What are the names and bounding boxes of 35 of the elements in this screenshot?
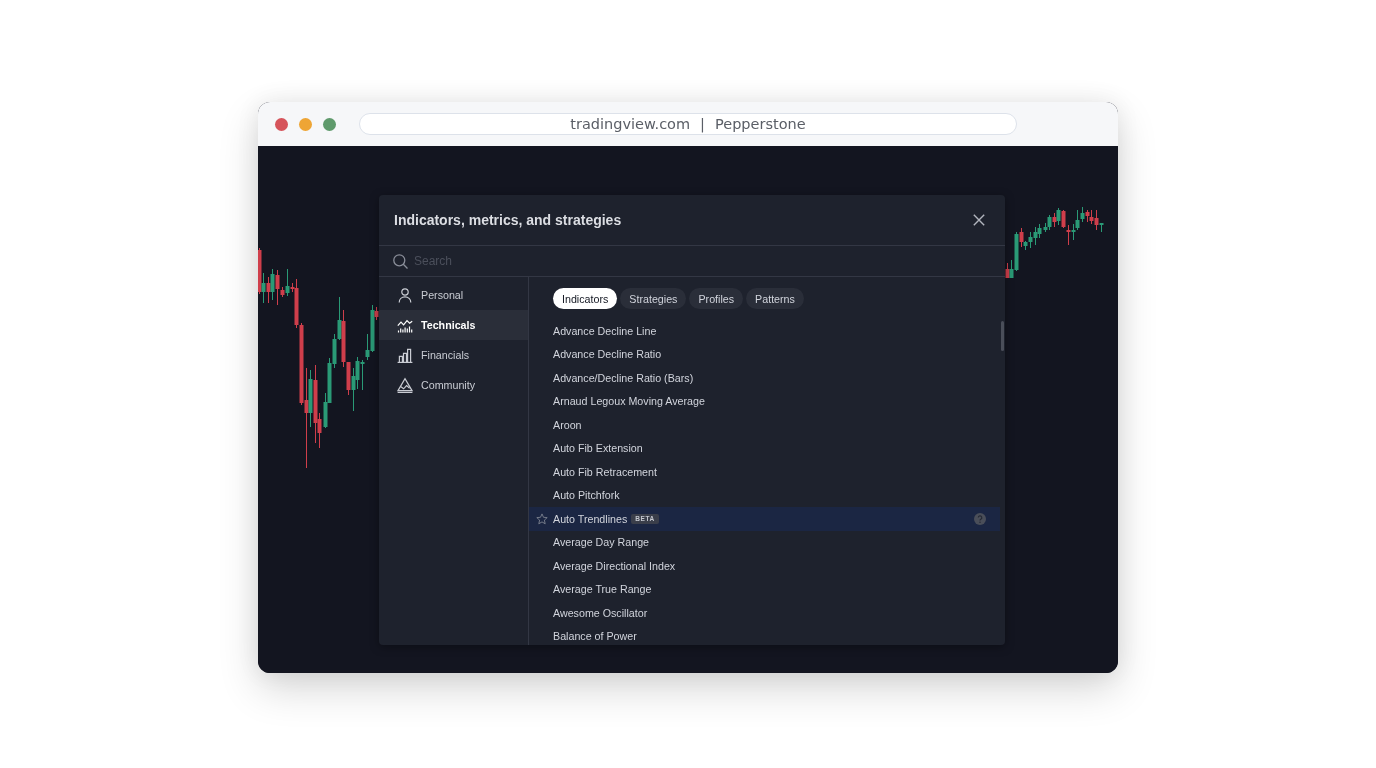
chart-icon (397, 317, 413, 333)
sidebar-item[interactable]: Financials (379, 340, 528, 370)
filter-tab[interactable]: Strategies (620, 288, 687, 309)
dialog-title: Indicators, metrics, and strategies (394, 212, 622, 228)
filter-tab[interactable]: Indicators (553, 288, 618, 309)
mountain-icon (397, 377, 413, 393)
list-item[interactable]: Awesome Oscillator (529, 601, 1000, 625)
list-item[interactable]: Auto Pitchfork (529, 483, 1000, 507)
close-window-button[interactable] (275, 117, 288, 131)
maximize-window-button[interactable] (323, 117, 336, 131)
list-item[interactable]: Arnaud Legoux Moving Average (529, 389, 1000, 413)
sidebar-item[interactable]: Technicals (379, 310, 528, 340)
list-item[interactable]: Auto Fib Extension (529, 436, 1000, 460)
address-field[interactable]: tradingview.com | Pepperstone (359, 113, 1017, 135)
list-item[interactable]: Advance/Decline Ratio (Bars) (529, 366, 1000, 390)
list-item[interactable]: Average Day Range (529, 530, 1000, 554)
help-icon (974, 512, 986, 525)
list-item[interactable]: Average Directional Index (529, 554, 1000, 578)
filter-tab[interactable]: Patterns (746, 288, 804, 309)
list-item[interactable]: Average True Range (529, 577, 1000, 601)
list-item[interactable]: Aroon (529, 413, 1000, 437)
sidebar-item[interactable]: Community (379, 370, 528, 400)
list-item[interactable]: Auto Fib Retracement (529, 460, 1000, 484)
close-icon (973, 214, 985, 226)
search-icon (393, 253, 408, 269)
scrollbar-thumb[interactable] (1001, 321, 1004, 351)
star-icon (536, 512, 548, 525)
filter-tab[interactable]: Profiles (689, 288, 744, 309)
list-item[interactable]: Balance of Power (529, 624, 1000, 645)
bar-chart-icon (397, 347, 413, 363)
person-icon (397, 287, 413, 303)
sidebar-item[interactable]: Personal (379, 280, 528, 310)
list-item[interactable]: Advance Decline Ratio (529, 342, 1000, 366)
list-item[interactable]: Advance Decline Line (529, 319, 1000, 343)
minimize-window-button[interactable] (299, 117, 312, 131)
